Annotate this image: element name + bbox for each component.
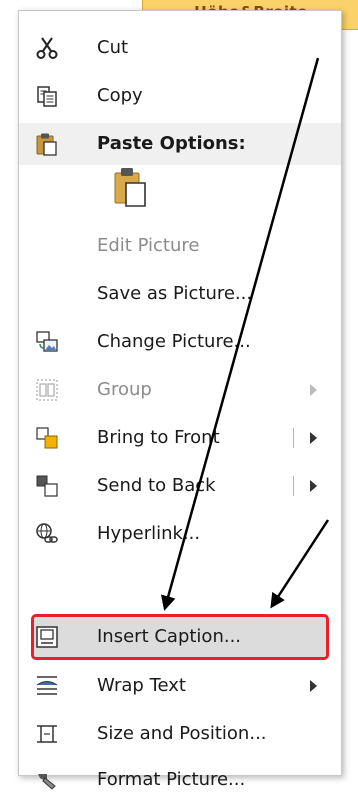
- copy-icon: [37, 86, 57, 107]
- menu-item-group: Group: [19, 369, 341, 411]
- menu-item-bring-to-front[interactable]: Bring to Front: [19, 417, 341, 459]
- menu-item-label: Change Picture...: [97, 331, 251, 352]
- group-icon: [36, 379, 58, 401]
- caption-icon: [36, 626, 58, 648]
- menu-item-copy[interactable]: Copy: [19, 75, 341, 117]
- menu-item-label: Insert Caption...: [97, 626, 242, 647]
- clipboard-icon: [36, 133, 57, 156]
- wrap-text-icon: [36, 676, 58, 695]
- menu-item-label: Hyperlink...: [97, 523, 201, 544]
- menu-item-label: Save as Picture...: [97, 283, 253, 304]
- paste-options-header: Paste Options:: [19, 123, 341, 165]
- menu-item-label: Send to Back: [97, 475, 216, 496]
- menu-item-label: Size and Position...: [97, 723, 267, 744]
- submenu-arrow-icon: [310, 680, 317, 692]
- hyperlink-icon: [36, 523, 58, 543]
- menu-item-label: Format Picture...: [97, 769, 246, 790]
- menu-item-wrap-text[interactable]: Wrap Text: [19, 665, 341, 707]
- menu-item-size-and-position[interactable]: Size and Position...: [19, 713, 341, 755]
- paste-options-label: Paste Options:: [97, 133, 246, 154]
- change-picture-icon: [36, 331, 58, 352]
- split-divider: [293, 476, 294, 496]
- submenu-arrow-icon: [310, 384, 317, 396]
- scissors-icon: [36, 37, 58, 59]
- menu-item-hyperlink[interactable]: Hyperlink...: [19, 513, 341, 555]
- menu-item-cut[interactable]: Cut: [19, 27, 341, 69]
- menu-item-format-picture[interactable]: Format Picture...: [19, 759, 341, 801]
- menu-item-save-as-picture[interactable]: Save as Picture...: [19, 273, 341, 315]
- menu-item-label: Cut: [97, 37, 129, 58]
- split-divider: [293, 428, 294, 448]
- menu-item-label: Bring to Front: [97, 427, 220, 448]
- menu-item-label: Copy: [97, 85, 143, 106]
- menu-item-insert-caption[interactable]: Insert Caption...: [19, 616, 341, 658]
- menu-item-send-to-back[interactable]: Send to Back: [19, 465, 341, 507]
- menu-item-label: Wrap Text: [97, 675, 186, 696]
- menu-item-label: Group: [97, 379, 152, 400]
- send-back-icon: [36, 475, 58, 497]
- paste-picture-button[interactable]: [113, 167, 147, 207]
- menu-item-edit-picture: Edit Picture: [19, 225, 341, 267]
- context-menu: Cut Copy Paste Options: Edit Picture Sav…: [18, 10, 342, 790]
- bring-front-icon: [36, 427, 58, 449]
- submenu-arrow-icon[interactable]: [310, 480, 317, 492]
- format-picture-icon: [38, 774, 56, 790]
- menu-item-label: Edit Picture: [97, 235, 200, 256]
- size-position-icon: [37, 725, 57, 743]
- menu-item-change-picture[interactable]: Change Picture...: [19, 321, 341, 363]
- submenu-arrow-icon[interactable]: [310, 432, 317, 444]
